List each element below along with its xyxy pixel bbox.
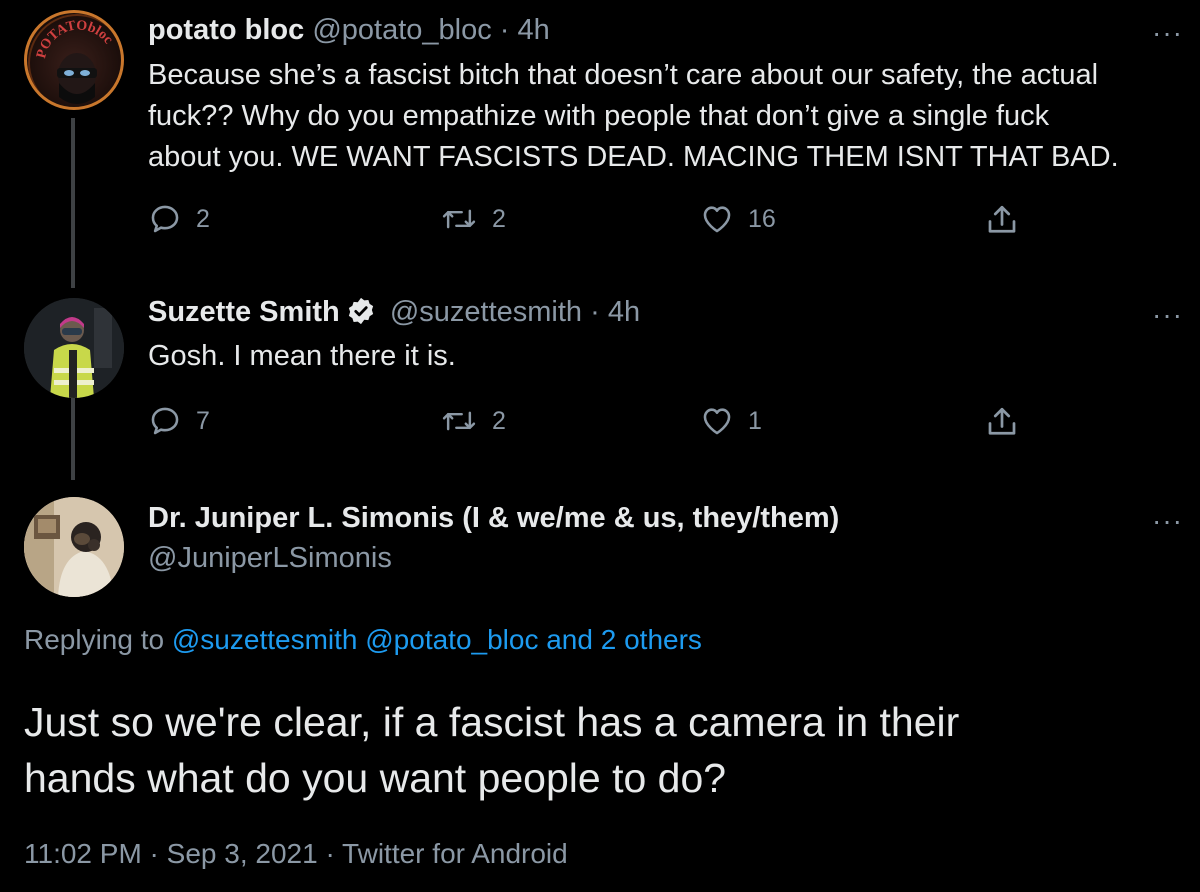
main-tweet-text: Just so we're clear, if a fascist has a …	[24, 694, 1174, 806]
like-button[interactable]: 16	[700, 202, 776, 236]
tweet-actions: 7 2 1	[0, 404, 1200, 444]
handle[interactable]: @suzettesmith	[390, 296, 582, 328]
retweet-icon	[442, 209, 476, 229]
avatar[interactable]	[24, 298, 124, 398]
tweet-actions: 2 2 16	[0, 202, 1200, 242]
like-button[interactable]: 1	[700, 404, 762, 438]
display-name[interactable]: Dr. Juniper L. Simonis (I & we/me & us, …	[148, 502, 839, 534]
tweet-potato-bloc[interactable]: POTATObloc potato bloc @potato_bloc · 4h…	[0, 0, 1200, 290]
avatar[interactable]	[24, 497, 124, 597]
retweet-button[interactable]: 2	[440, 404, 506, 438]
timestamp[interactable]: 4h	[518, 14, 550, 46]
retweet-count: 2	[492, 204, 506, 233]
more-options-icon[interactable]: ···	[1152, 19, 1183, 47]
retweet-icon	[442, 411, 476, 431]
retweet-button[interactable]: 2	[440, 202, 506, 236]
reply-button[interactable]: 7	[148, 404, 210, 438]
main-tweet: Dr. Juniper L. Simonis (I & we/me & us, …	[0, 490, 1200, 892]
tweet-text: Because she’s a fascist bitch that doesn…	[148, 55, 1188, 178]
more-options-icon[interactable]: ···	[1152, 301, 1183, 329]
replying-to-mentions[interactable]: @suzettesmith @potato_bloc and 2 others	[172, 624, 702, 655]
main-tweet-text-line: Just so we're clear, if a fascist has a …	[24, 699, 960, 745]
share-icon	[988, 407, 1016, 435]
display-name[interactable]: potato bloc	[148, 14, 304, 46]
retweet-count: 2	[492, 406, 506, 435]
separator: ·	[582, 296, 608, 328]
tweet-text: Gosh. I mean there it is.	[148, 340, 456, 372]
like-icon	[703, 408, 731, 435]
author-handle-line: @JuniperLSimonis	[148, 542, 392, 575]
handle[interactable]: @potato_bloc	[312, 14, 491, 46]
share-button[interactable]	[984, 404, 1020, 440]
handle[interactable]: @JuniperLSimonis	[148, 542, 392, 574]
tweet-suzette-smith[interactable]: Suzette Smith @suzettesmith · 4h ··· Gos…	[0, 290, 1200, 490]
like-count: 16	[748, 204, 776, 233]
verified-badge-icon	[346, 296, 376, 334]
tweet-header: potato bloc @potato_bloc · 4h	[148, 14, 550, 47]
like-count: 1	[748, 406, 762, 435]
display-name[interactable]: Suzette Smith	[148, 296, 340, 328]
tweet-header: Suzette Smith @suzettesmith · 4h	[148, 296, 640, 334]
more-options-icon[interactable]: ···	[1152, 507, 1183, 535]
avatar-image: POTATObloc	[28, 14, 121, 107]
like-icon	[703, 206, 731, 233]
timestamp[interactable]: 4h	[608, 296, 640, 328]
replying-to: Replying to @suzettesmith @potato_bloc a…	[24, 624, 702, 656]
replying-to-label: Replying to	[24, 624, 165, 655]
tweet-text-line: fuck?? Why do you empathize with people …	[148, 100, 1050, 132]
separator: ·	[491, 14, 518, 46]
avatar-image	[24, 298, 124, 398]
tweet-text-line: Because she’s a fascist bitch that doesn…	[148, 59, 1099, 91]
main-tweet-text-line: hands what do you want people to do?	[24, 755, 727, 801]
tweet-timestamp[interactable]: 11:02 PM · Sep 3, 2021 · Twitter for And…	[24, 838, 568, 870]
share-button[interactable]	[984, 202, 1020, 238]
avatar-image	[24, 497, 124, 597]
reply-count: 2	[196, 204, 210, 233]
reply-count: 7	[196, 406, 210, 435]
reply-button[interactable]: 2	[148, 202, 210, 236]
share-icon	[988, 205, 1016, 233]
avatar[interactable]: POTATObloc	[24, 10, 124, 110]
reply-icon	[151, 407, 179, 435]
reply-icon	[151, 205, 179, 233]
tweet-text-line: about you. WE WANT FASCISTS DEAD. MACING…	[148, 141, 1119, 173]
author-name-line: Dr. Juniper L. Simonis (I & we/me & us, …	[148, 502, 839, 535]
